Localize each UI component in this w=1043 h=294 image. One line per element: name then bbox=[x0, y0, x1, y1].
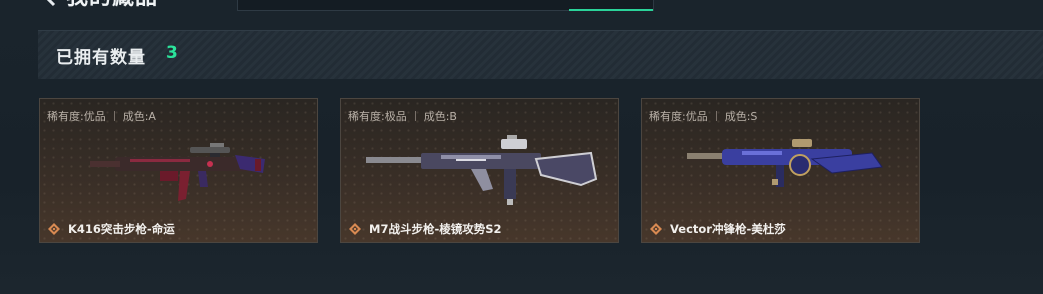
card-meta: 稀有度:优品 成色:S bbox=[649, 108, 757, 124]
page-title: 我的藏品 bbox=[66, 0, 158, 10]
rarity-label: 稀有度:极品 bbox=[348, 110, 407, 123]
diamond-icon bbox=[349, 223, 361, 235]
meta-divider bbox=[715, 111, 717, 121]
owned-count-bar: 已拥有数量 3 bbox=[38, 30, 1043, 79]
battle-rifle-icon bbox=[366, 135, 598, 205]
meta-divider bbox=[113, 111, 115, 121]
collection-card[interactable]: 稀有度:优品 成色:S Vector冲锋枪-美杜莎 bbox=[641, 98, 920, 243]
condition-label: 成色:S bbox=[724, 110, 758, 123]
search-accent-bar bbox=[569, 9, 653, 11]
diamond-icon bbox=[48, 223, 60, 235]
page-header: 我的藏品 bbox=[0, 0, 1043, 30]
smg-icon bbox=[687, 139, 883, 187]
owned-count-label: 已拥有数量 bbox=[56, 48, 146, 68]
search-input[interactable] bbox=[237, 0, 654, 11]
diamond-icon bbox=[650, 223, 662, 235]
collection-card[interactable]: 稀有度:极品 成色:B M7战斗步枪-棱镜攻势S2 bbox=[340, 98, 619, 243]
weapon-name: M7战斗步枪-棱镜攻势S2 bbox=[369, 222, 502, 236]
condition-label: 成色:B bbox=[423, 110, 457, 123]
weapon-name: Vector冲锋枪-美杜莎 bbox=[670, 222, 786, 236]
collection-card[interactable]: 稀有度:优品 成色:A K416突击步枪-命运 bbox=[39, 98, 318, 243]
card-meta: 稀有度:极品 成色:B bbox=[348, 108, 457, 124]
back-arrow-icon[interactable] bbox=[40, 0, 62, 8]
card-meta: 稀有度:优品 成色:A bbox=[47, 108, 156, 124]
condition-label: 成色:A bbox=[122, 110, 156, 123]
weapon-name: K416突击步枪-命运 bbox=[68, 222, 175, 236]
meta-divider bbox=[414, 111, 416, 121]
rarity-label: 稀有度:优品 bbox=[47, 110, 106, 123]
assault-rifle-icon bbox=[90, 143, 265, 201]
owned-count-value: 3 bbox=[166, 43, 178, 63]
rarity-label: 稀有度:优品 bbox=[649, 110, 708, 123]
